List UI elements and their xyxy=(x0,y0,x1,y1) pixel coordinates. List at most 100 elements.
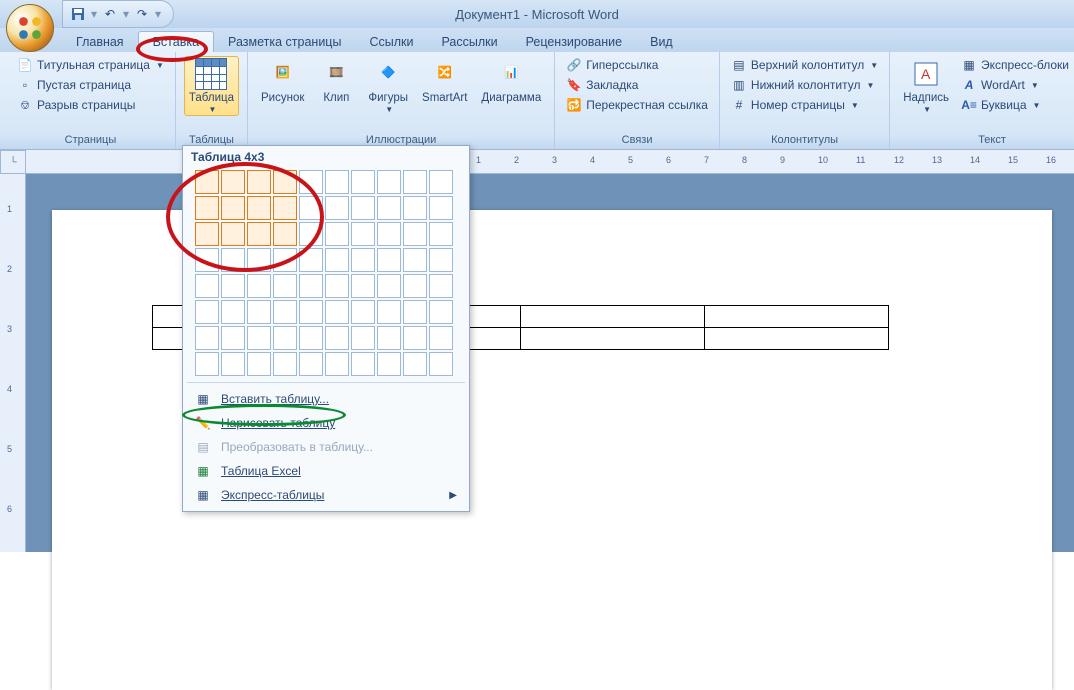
shapes-button[interactable]: 🔷 Фигуры ▼ xyxy=(363,56,413,116)
grid-cell[interactable] xyxy=(247,274,271,298)
crossref-button[interactable]: 🔂 Перекрестная ссылка xyxy=(563,96,711,114)
grid-cell[interactable] xyxy=(429,352,453,376)
grid-cell[interactable] xyxy=(429,170,453,194)
grid-cell[interactable] xyxy=(195,222,219,246)
grid-cell[interactable] xyxy=(351,170,375,194)
grid-cell[interactable] xyxy=(429,248,453,272)
tab-layout[interactable]: Разметка страницы xyxy=(214,32,355,52)
page-break-button[interactable]: ⎊ Разрыв страницы xyxy=(14,96,167,114)
grid-cell[interactable] xyxy=(299,248,323,272)
grid-cell[interactable] xyxy=(299,222,323,246)
bookmark-button[interactable]: 🔖 Закладка xyxy=(563,76,711,94)
grid-cell[interactable] xyxy=(325,274,349,298)
grid-cell[interactable] xyxy=(403,274,427,298)
grid-cell[interactable] xyxy=(403,196,427,220)
tab-review[interactable]: Рецензирование xyxy=(512,32,637,52)
grid-cell[interactable] xyxy=(325,222,349,246)
grid-cell[interactable] xyxy=(195,300,219,324)
grid-cell[interactable] xyxy=(403,222,427,246)
grid-cell[interactable] xyxy=(403,248,427,272)
grid-cell[interactable] xyxy=(299,352,323,376)
save-icon[interactable] xyxy=(69,5,87,23)
grid-cell[interactable] xyxy=(325,196,349,220)
textbox-button[interactable]: A Надпись ▼ xyxy=(898,56,954,116)
blank-page-button[interactable]: ▫ Пустая страница xyxy=(14,76,167,94)
grid-cell[interactable] xyxy=(221,222,245,246)
grid-cell[interactable] xyxy=(273,170,297,194)
grid-cell[interactable] xyxy=(299,196,323,220)
grid-cell[interactable] xyxy=(299,326,323,350)
redo-icon[interactable]: ↷ xyxy=(133,5,151,23)
clip-button[interactable]: 🎞️ Клип xyxy=(313,56,359,107)
grid-cell[interactable] xyxy=(403,170,427,194)
quickparts-button[interactable]: ▦ Экспресс-блоки ▼ xyxy=(958,56,1074,74)
grid-cell[interactable] xyxy=(273,300,297,324)
excel-table-item[interactable]: ▦ Таблица Excel xyxy=(183,459,469,483)
title-page-button[interactable]: 📄 Титульная страница ▼ xyxy=(14,56,167,74)
grid-cell[interactable] xyxy=(429,222,453,246)
picture-button[interactable]: 🖼️ Рисунок xyxy=(256,56,309,107)
grid-cell[interactable] xyxy=(377,274,401,298)
grid-cell[interactable] xyxy=(273,196,297,220)
wordart-button[interactable]: A WordArt ▼ xyxy=(958,76,1074,94)
header-button[interactable]: ▤ Верхний колонтитул ▼ xyxy=(728,56,881,74)
grid-cell[interactable] xyxy=(247,300,271,324)
chart-button[interactable]: 📊 Диаграмма xyxy=(476,56,546,107)
grid-cell[interactable] xyxy=(221,326,245,350)
grid-cell[interactable] xyxy=(429,300,453,324)
grid-cell[interactable] xyxy=(325,352,349,376)
grid-cell[interactable] xyxy=(351,326,375,350)
grid-cell[interactable] xyxy=(247,196,271,220)
grid-cell[interactable] xyxy=(403,326,427,350)
grid-cell[interactable] xyxy=(221,170,245,194)
grid-cell[interactable] xyxy=(351,274,375,298)
grid-cell[interactable] xyxy=(325,170,349,194)
grid-cell[interactable] xyxy=(403,352,427,376)
grid-cell[interactable] xyxy=(377,222,401,246)
quick-tables-item[interactable]: ▦ Экспресс-таблицы ▶ xyxy=(183,483,469,507)
grid-cell[interactable] xyxy=(325,248,349,272)
grid-cell[interactable] xyxy=(221,196,245,220)
tab-view[interactable]: Вид xyxy=(636,32,687,52)
grid-cell[interactable] xyxy=(377,300,401,324)
insert-table-item[interactable]: ▦ Вставить таблицу... xyxy=(183,387,469,411)
tab-mailings[interactable]: Рассылки xyxy=(427,32,511,52)
grid-cell[interactable] xyxy=(377,170,401,194)
grid-cell[interactable] xyxy=(221,248,245,272)
grid-cell[interactable] xyxy=(273,274,297,298)
grid-cell[interactable] xyxy=(247,248,271,272)
grid-cell[interactable] xyxy=(351,222,375,246)
hyperlink-button[interactable]: 🔗 Гиперссылка xyxy=(563,56,711,74)
dropcap-button[interactable]: A≡ Буквица ▼ xyxy=(958,96,1074,114)
grid-cell[interactable] xyxy=(221,274,245,298)
grid-cell[interactable] xyxy=(247,326,271,350)
ruler-vertical[interactable]: 123456 xyxy=(0,174,26,552)
grid-cell[interactable] xyxy=(299,170,323,194)
tab-insert[interactable]: Вставка xyxy=(138,31,214,52)
smartart-button[interactable]: 🔀 SmartArt xyxy=(417,56,472,107)
grid-cell[interactable] xyxy=(429,326,453,350)
table-grid-picker[interactable] xyxy=(195,170,457,376)
grid-cell[interactable] xyxy=(273,326,297,350)
grid-cell[interactable] xyxy=(351,300,375,324)
grid-cell[interactable] xyxy=(377,196,401,220)
office-button[interactable] xyxy=(6,4,54,52)
grid-cell[interactable] xyxy=(195,326,219,350)
grid-cell[interactable] xyxy=(273,352,297,376)
table-button[interactable]: Таблица ▼ xyxy=(184,56,239,116)
grid-cell[interactable] xyxy=(377,352,401,376)
grid-cell[interactable] xyxy=(377,248,401,272)
grid-cell[interactable] xyxy=(429,196,453,220)
grid-cell[interactable] xyxy=(195,170,219,194)
grid-cell[interactable] xyxy=(247,170,271,194)
footer-button[interactable]: ▥ Нижний колонтитул ▼ xyxy=(728,76,881,94)
tab-references[interactable]: Ссылки xyxy=(355,32,427,52)
grid-cell[interactable] xyxy=(221,300,245,324)
grid-cell[interactable] xyxy=(299,300,323,324)
grid-cell[interactable] xyxy=(403,300,427,324)
grid-cell[interactable] xyxy=(377,326,401,350)
grid-cell[interactable] xyxy=(247,222,271,246)
grid-cell[interactable] xyxy=(195,352,219,376)
grid-cell[interactable] xyxy=(325,326,349,350)
grid-cell[interactable] xyxy=(325,300,349,324)
